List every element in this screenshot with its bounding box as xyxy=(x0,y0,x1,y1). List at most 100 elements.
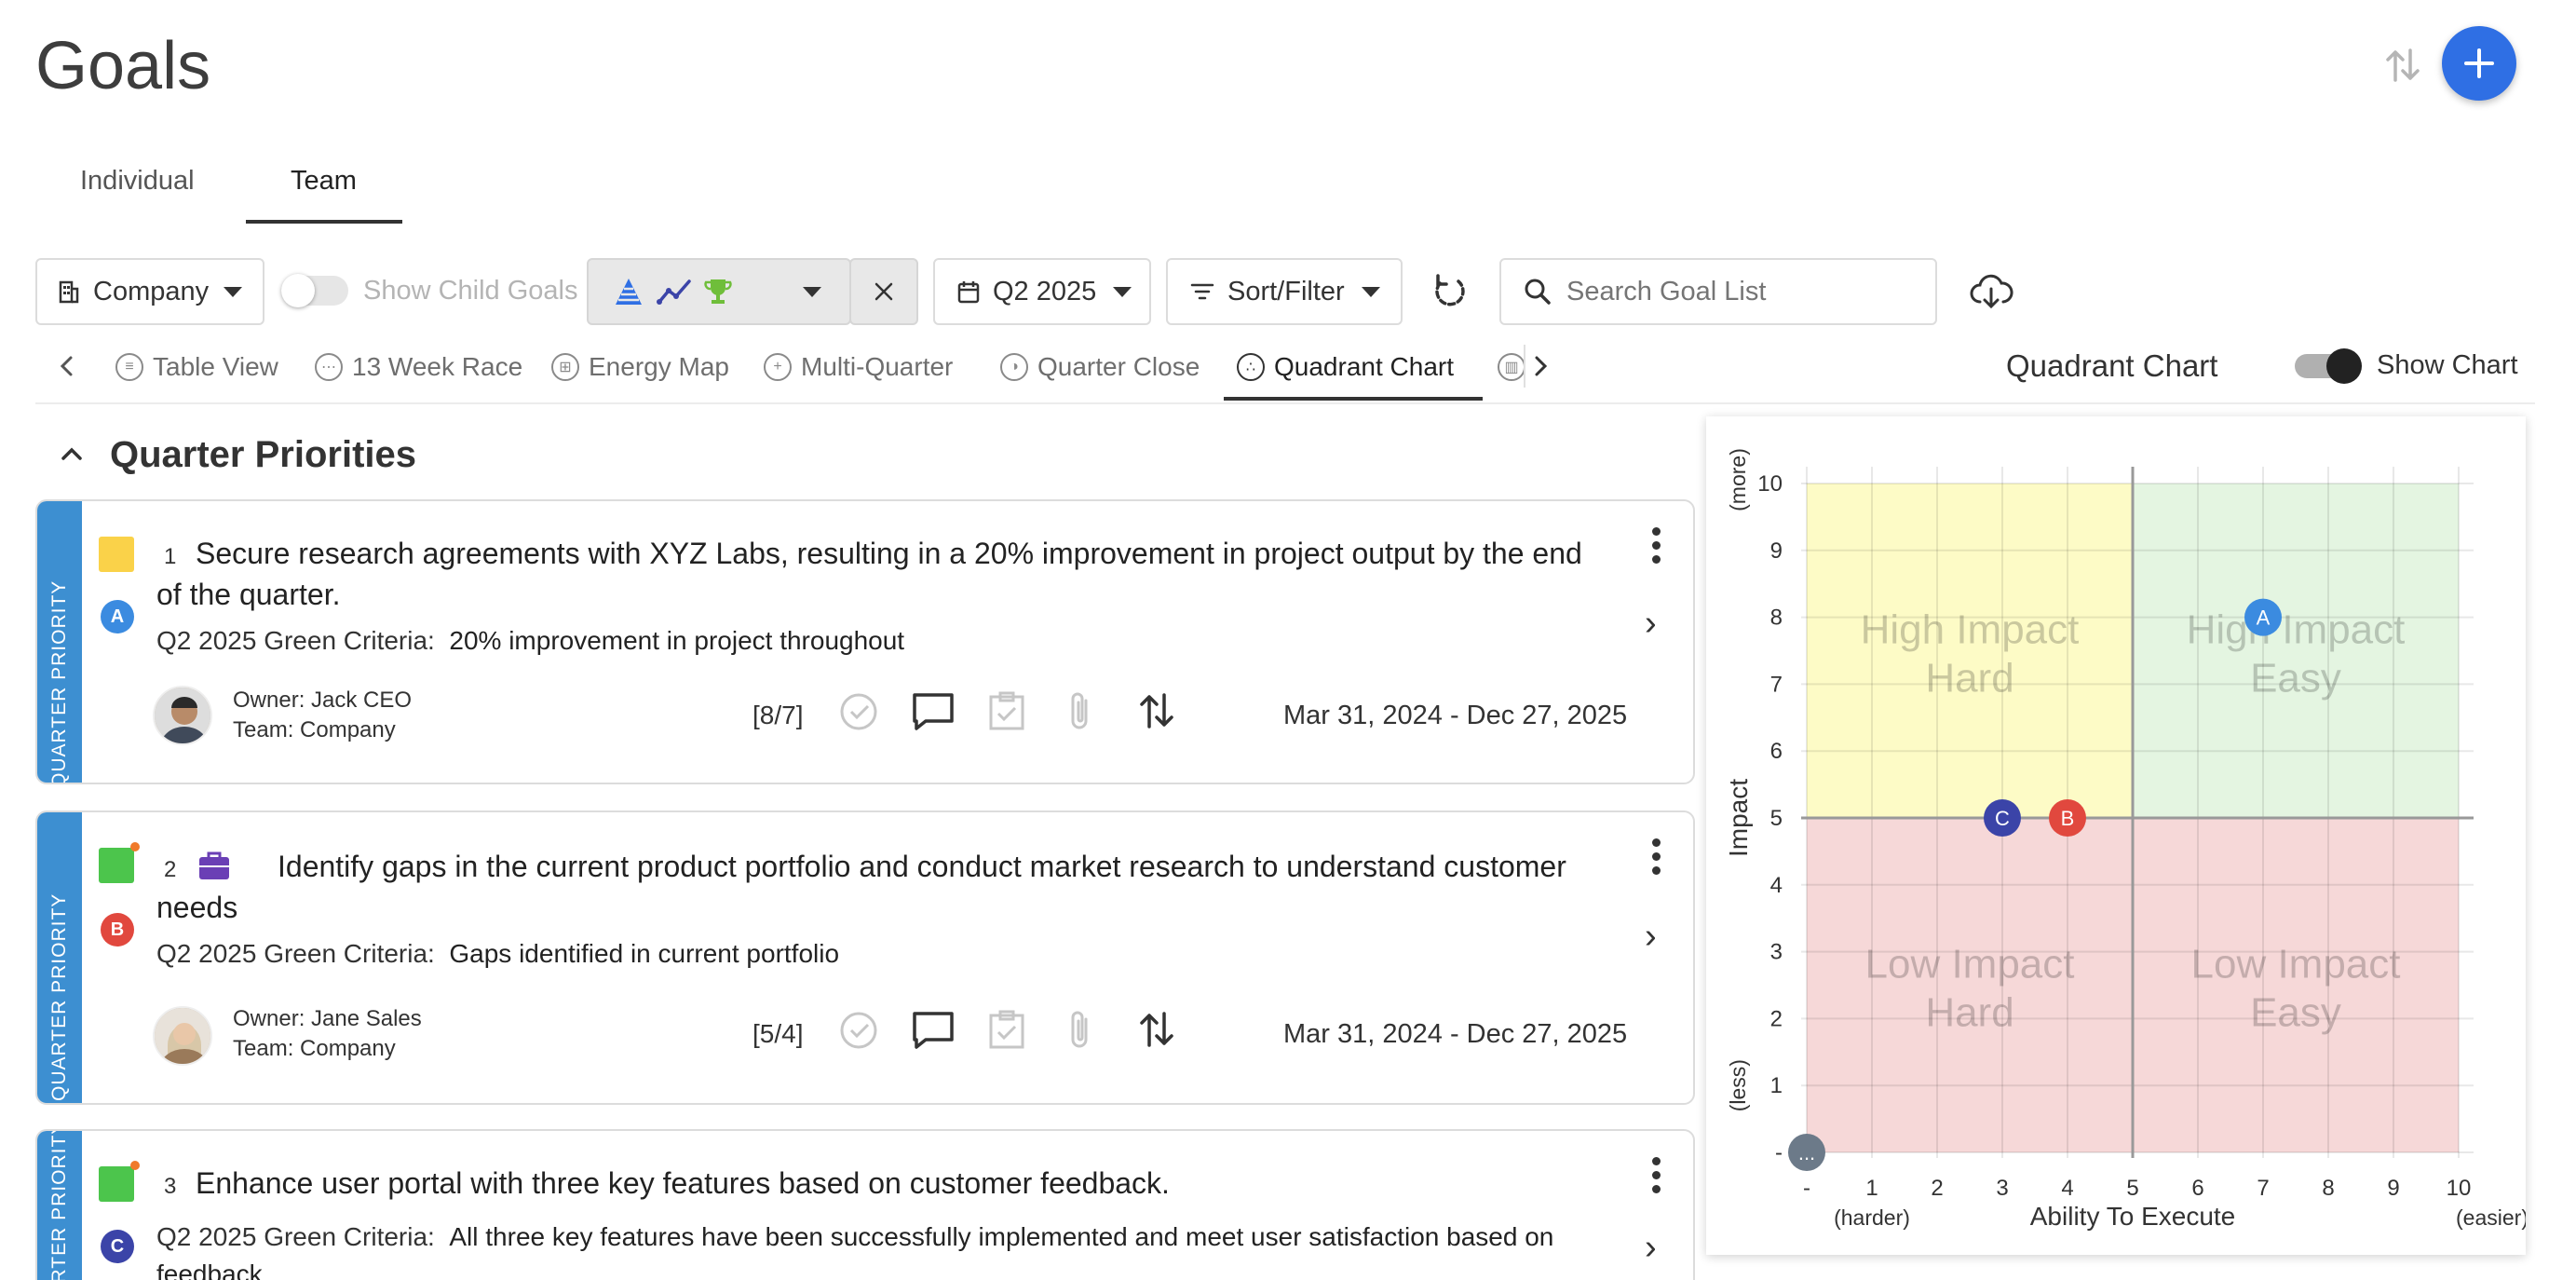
status-square[interactable] xyxy=(99,537,134,572)
quadrant-label: High Impact xyxy=(2187,607,2406,653)
goal-criteria: Q2 2025 Green Criteria: Gaps identified … xyxy=(156,939,840,968)
plus-icon xyxy=(2464,48,2494,78)
quadrant-label: Low Impact xyxy=(1865,942,2075,987)
show-child-goals-label: Show Child Goals xyxy=(363,276,578,306)
chart-point-c[interactable]: C xyxy=(1984,799,2021,837)
building-icon xyxy=(59,280,79,304)
view-energy-map[interactable]: ⊞ Energy Map xyxy=(551,350,729,384)
view-13-week-race[interactable]: ⋯ 13 Week Race xyxy=(315,350,522,384)
comment-icon[interactable] xyxy=(911,691,956,732)
y-axis-low-label: (less) xyxy=(1726,1059,1750,1111)
check-circle-icon[interactable] xyxy=(838,691,879,732)
goal-count: [5/4] xyxy=(752,1019,804,1048)
task-icon[interactable] xyxy=(987,1008,1026,1051)
quarter-select-label: Q2 2025 xyxy=(993,276,1097,306)
tab-team[interactable]: Team xyxy=(291,166,357,197)
goal-dates: Mar 31, 2024 - Dec 27, 2025 xyxy=(1283,1019,1628,1049)
company-select[interactable]: Company xyxy=(35,258,264,325)
goal-type-strip: QUARTER PRIORITY xyxy=(37,1131,82,1280)
avatar xyxy=(153,1006,212,1066)
view-table[interactable]: ≡ Table View xyxy=(115,350,278,384)
cloud-download-icon[interactable] xyxy=(1969,272,2013,311)
goal-title[interactable]: Secure research agreements with XYZ Labs… xyxy=(156,533,1609,615)
y-axis-high-label: (more) xyxy=(1726,448,1750,511)
more-menu-icon[interactable] xyxy=(1652,838,1661,876)
quadrant-label: Easy xyxy=(2250,990,2341,1036)
goal-letter-badge: B xyxy=(101,913,134,946)
goal-title[interactable]: Identify gaps in the current product por… xyxy=(156,846,1609,928)
goal-letter-badge: C xyxy=(101,1230,134,1263)
scroll-right-button[interactable] xyxy=(1524,345,1570,388)
expand-chevron-icon[interactable]: › xyxy=(1645,917,1657,957)
quadrant-label: High Impact xyxy=(1861,607,2080,653)
goal-type-filter[interactable] xyxy=(587,258,851,325)
chart-point-a[interactable]: A xyxy=(2244,598,2282,636)
chevron-down-icon xyxy=(224,286,243,297)
status-square[interactable] xyxy=(99,1166,134,1202)
x-tick-label: 6 xyxy=(2191,1176,2203,1201)
sort-arrows-icon[interactable] xyxy=(2380,43,2425,88)
x-tick-label: 1 xyxy=(1865,1176,1878,1201)
align-arrows-icon[interactable] xyxy=(1136,1008,1177,1051)
search-icon xyxy=(1525,279,1551,305)
show-chart-label: Show Chart xyxy=(2377,350,2518,380)
y-axis-label: Impact xyxy=(1724,779,1753,857)
point-label: ... xyxy=(1798,1141,1815,1164)
reset-icon[interactable] xyxy=(1430,272,1470,311)
y-tick-label: 4 xyxy=(1770,873,1783,898)
status-square[interactable] xyxy=(99,848,134,883)
pyramid-icon xyxy=(616,279,642,305)
y-tick-label: 1 xyxy=(1770,1073,1783,1098)
clear-filter-button[interactable] xyxy=(849,258,918,325)
attachment-icon[interactable] xyxy=(1064,689,1095,732)
goal-title[interactable]: Enhance user portal with three key featu… xyxy=(156,1163,1609,1204)
chart-point-b[interactable]: B xyxy=(2049,799,2086,837)
view-quadrant-chart[interactable]: ∴ Quadrant Chart xyxy=(1237,350,1454,384)
goal-owner: Owner: Jack CEO Team: Company xyxy=(233,688,413,742)
quarter-select[interactable]: Q2 2025 xyxy=(933,258,1151,325)
view-quarter-close[interactable]: ◑ Quarter Close xyxy=(1000,350,1200,384)
section-title: Quarter Priorities xyxy=(110,434,417,475)
plus-circle-icon: + xyxy=(764,353,792,381)
goal-card[interactable]: QUARTER PRIORITY A 1 Secure research agr… xyxy=(35,499,1695,784)
company-select-label: Company xyxy=(93,276,210,306)
quadrant-chart: High Impact Hard High Impact Easy Low Impact… xyxy=(1724,448,2529,1231)
y-tick-label: 6 xyxy=(1770,739,1783,764)
goal-card[interactable]: QUARTER PRIORITY B 2 Identify gaps in th… xyxy=(35,810,1695,1105)
y-tick-label: 7 xyxy=(1770,672,1783,697)
x-axis-high-label: (easier) xyxy=(2456,1205,2526,1230)
task-icon[interactable] xyxy=(987,689,1026,732)
chart-point-more[interactable]: ... xyxy=(1788,1134,1825,1171)
show-chart-toggle[interactable] xyxy=(2295,348,2362,384)
quarter-close-icon: ◑ xyxy=(1000,353,1028,381)
scatter-icon: ∴ xyxy=(1237,353,1265,381)
expand-chevron-icon[interactable]: › xyxy=(1645,604,1657,644)
y-tick-label: 3 xyxy=(1770,940,1783,965)
check-circle-icon[interactable] xyxy=(838,1010,879,1051)
comment-icon[interactable] xyxy=(911,1010,956,1051)
goal-card[interactable]: QUARTER PRIORITY C 3 Enhance user portal… xyxy=(35,1129,1695,1280)
sort-filter-select[interactable]: Sort/Filter xyxy=(1166,258,1403,325)
add-goal-button[interactable] xyxy=(2442,26,2516,101)
view-multi-quarter[interactable]: + Multi-Quarter xyxy=(764,350,953,384)
collapse-icon[interactable] xyxy=(58,440,86,468)
goal-type-strip: QUARTER PRIORITY xyxy=(37,501,82,783)
more-menu-icon[interactable] xyxy=(1652,1157,1661,1194)
expand-chevron-icon[interactable]: › xyxy=(1645,1228,1657,1268)
point-label: B xyxy=(2061,807,2075,830)
goal-criteria: Q2 2025 Green Criteria: 20% improvement … xyxy=(156,626,905,655)
tab-individual[interactable]: Individual xyxy=(80,166,195,197)
goal-count: [8/7] xyxy=(752,701,804,729)
x-axis-label: Ability To Execute xyxy=(2030,1202,2236,1231)
search-field[interactable] xyxy=(1499,258,1937,325)
attachment-icon[interactable] xyxy=(1064,1008,1095,1051)
goal-dates: Mar 31, 2024 - Dec 27, 2025 xyxy=(1283,701,1628,730)
quadrant-label: Hard xyxy=(1925,990,2013,1036)
align-arrows-icon[interactable] xyxy=(1136,689,1177,732)
search-input[interactable] xyxy=(1566,276,1920,307)
more-menu-icon[interactable] xyxy=(1652,527,1661,565)
notification-dot xyxy=(130,842,140,851)
show-child-goals-toggle[interactable] xyxy=(281,274,348,307)
scroll-left-icon[interactable] xyxy=(56,352,78,380)
x-tick-label: 3 xyxy=(1996,1176,2008,1201)
